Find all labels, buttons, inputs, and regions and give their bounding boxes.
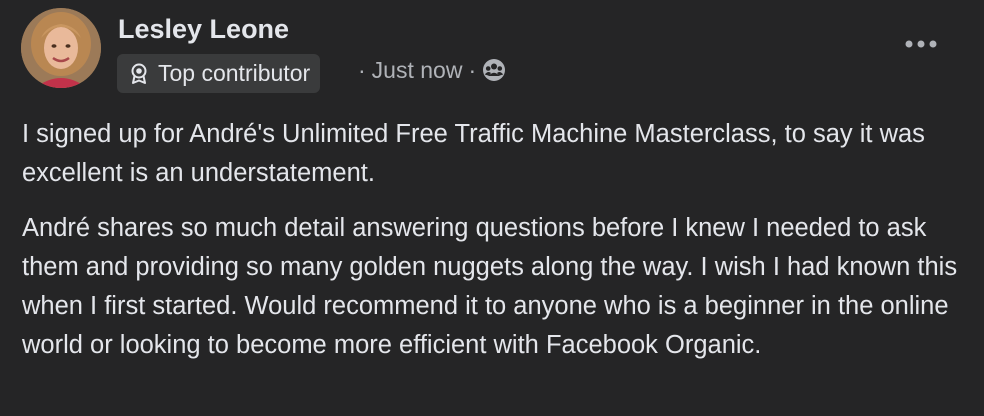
author-name[interactable]: Lesley Leone xyxy=(118,12,289,46)
post-timestamp[interactable]: Just now xyxy=(372,57,463,84)
avatar-photo-icon xyxy=(21,8,101,88)
post-body: I signed up for André's Unlimited Free T… xyxy=(22,115,962,381)
comment-post: Lesley Leone Top contributor · Just now … xyxy=(0,0,984,416)
author-avatar[interactable] xyxy=(21,8,101,88)
post-paragraph: André shares so much detail answering qu… xyxy=(22,214,958,359)
meta-separator: · xyxy=(358,56,366,83)
meta-separator: · xyxy=(468,56,477,83)
post-meta: · Just now · xyxy=(358,55,506,85)
top-contributor-badge[interactable]: Top contributor xyxy=(117,54,321,93)
post-paragraph: I signed up for André's Unlimited Free T… xyxy=(22,120,925,187)
award-ribbon-icon xyxy=(131,63,147,84)
group-members-icon[interactable] xyxy=(482,58,506,82)
badge-label: Top contributor xyxy=(158,60,311,86)
more-options-icon xyxy=(905,40,937,48)
more-options-button[interactable] xyxy=(898,28,944,60)
